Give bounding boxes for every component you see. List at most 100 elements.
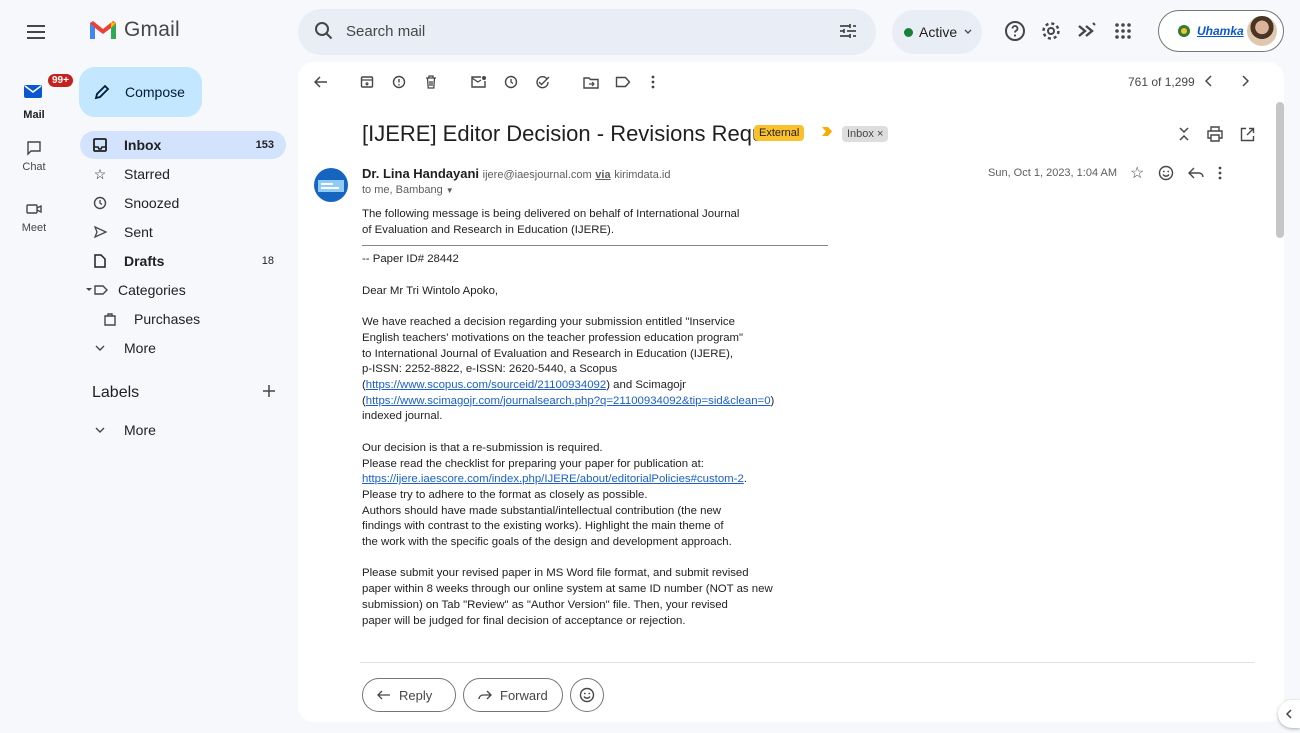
print-icon[interactable] xyxy=(1206,125,1224,143)
create-label-button[interactable] xyxy=(262,384,276,398)
body-line: The following message is being delivered… xyxy=(362,208,740,220)
nav-count: 153 xyxy=(255,139,274,151)
reply-icon[interactable] xyxy=(1188,163,1205,183)
inbox-label-chip[interactable]: Inbox × xyxy=(842,126,889,142)
more-vert-icon[interactable] xyxy=(642,71,664,93)
label-tag-icon[interactable] xyxy=(612,71,634,93)
via-domain: kirimdata.id xyxy=(614,169,671,181)
nav-categories[interactable]: Categories xyxy=(80,276,286,304)
scimagojr-link[interactable]: https://www.scimagojr.com/journalsearch.… xyxy=(366,395,771,407)
compose-button[interactable]: Compose xyxy=(79,67,202,117)
divider xyxy=(362,245,828,247)
sender-line: Dr. Lina Handayani ijere@iaesjournal.com… xyxy=(362,166,670,181)
user-avatar[interactable] xyxy=(1247,16,1277,46)
remove-label-icon[interactable]: × xyxy=(877,128,883,140)
help-icon[interactable] xyxy=(1004,20,1026,42)
pager-text: 761 of 1,299 xyxy=(1128,75,1195,89)
external-badge: External xyxy=(754,125,805,141)
body-line: p-ISSN: 2252-8822, e-ISSN: 2620-5440, a … xyxy=(362,363,618,376)
collapse-all-icon[interactable] xyxy=(1176,125,1192,143)
rail-meet[interactable]: Meet xyxy=(8,199,60,234)
sender-name[interactable]: Dr. Lina Handayani xyxy=(362,166,479,181)
important-marker-icon[interactable] xyxy=(822,127,832,136)
nav-sent[interactable]: Sent xyxy=(80,218,286,246)
body-line: We have reached a decision regarding you… xyxy=(362,316,735,329)
nav-more[interactable]: More xyxy=(80,334,286,362)
search-bar[interactable]: Search mail xyxy=(298,9,876,55)
nav-label: Inbox xyxy=(124,137,162,153)
move-to-folder-icon[interactable] xyxy=(580,71,602,93)
nav-starred[interactable]: ☆ Starred xyxy=(80,160,286,188)
scrollbar-thumb[interactable] xyxy=(1276,102,1284,238)
rail-mail[interactable]: 99+ Mail xyxy=(8,74,73,121)
add-task-icon[interactable] xyxy=(532,71,554,93)
body-line: English teachers' motivations on the tea… xyxy=(362,331,744,344)
forward-label: Forward xyxy=(500,687,548,703)
status-label: Active xyxy=(919,24,958,40)
nav-label: Starred xyxy=(124,166,170,182)
message-subject: [IJERE] Editor Decision - Revisions Requ… xyxy=(362,121,801,146)
body-line: paper within 8 weeks through our online … xyxy=(362,583,773,596)
gmail-m-icon xyxy=(90,21,116,39)
clock-icon xyxy=(90,196,110,210)
menu-icon xyxy=(27,25,45,39)
delete-trash-icon[interactable] xyxy=(420,71,442,93)
reply-button[interactable]: Reply xyxy=(362,678,456,712)
checklist-link[interactable]: https://ijere.iaescore.com/index.php/IJE… xyxy=(362,473,744,485)
chevron-left-icon[interactable] xyxy=(1202,74,1216,88)
body-line: paper will be judged for final decision … xyxy=(362,614,686,627)
search-icon[interactable] xyxy=(314,21,334,41)
via-text[interactable]: via xyxy=(595,169,610,181)
scopus-link[interactable]: https://www.scopus.com/sourceid/21100934… xyxy=(366,379,606,391)
more-vert-icon[interactable] xyxy=(1218,163,1222,183)
nav-label: More xyxy=(124,340,156,356)
rail-chat-label: Chat xyxy=(22,161,46,173)
star-icon: ☆ xyxy=(93,165,107,182)
settings-gear-icon[interactable] xyxy=(1040,20,1062,42)
nav-label: Drafts xyxy=(124,253,165,269)
mark-unread-icon[interactable] xyxy=(468,71,490,93)
divider xyxy=(360,662,1254,663)
account-switcher[interactable]: Uhamka xyxy=(1158,10,1284,52)
forward-button[interactable]: Forward xyxy=(463,678,563,712)
chevron-down-icon xyxy=(964,29,972,34)
body-line: to International Journal of Evaluation a… xyxy=(362,347,734,360)
body-line: the work with the specific goals of the … xyxy=(362,536,732,549)
nav-purchases[interactable]: Purchases xyxy=(80,305,286,333)
main-menu-button[interactable] xyxy=(24,20,48,44)
org-logo-icon xyxy=(1178,25,1190,37)
archive-icon[interactable] xyxy=(356,71,378,93)
rail-chat[interactable]: Chat xyxy=(8,138,60,173)
nav-snoozed[interactable]: Snoozed xyxy=(80,189,286,217)
chevron-right-icon[interactable] xyxy=(1238,74,1252,88)
labels-more[interactable]: More xyxy=(80,416,286,444)
star-icon[interactable]: ☆ xyxy=(1130,163,1144,183)
greeting: Dear Mr Tri Wintolo Apoko, xyxy=(362,284,499,297)
snooze-clock-icon[interactable] xyxy=(500,71,522,93)
open-new-window-icon[interactable] xyxy=(1238,125,1256,143)
nav-inbox[interactable]: Inbox 153 xyxy=(80,131,286,159)
sender-avatar[interactable] xyxy=(314,168,348,202)
side-panel-toggle[interactable] xyxy=(1278,700,1300,728)
rail-mail-label: Mail xyxy=(23,109,45,121)
gemini-sparkle-icon[interactable] xyxy=(1076,20,1098,42)
apps-grid-icon[interactable] xyxy=(1112,20,1134,42)
send-icon xyxy=(90,226,110,238)
report-spam-icon[interactable] xyxy=(388,71,410,93)
search-input[interactable]: Search mail xyxy=(346,23,425,40)
emoji-react-button[interactable] xyxy=(570,678,604,712)
label-expand-icon xyxy=(84,284,110,296)
status-selector[interactable]: Active xyxy=(892,10,982,54)
nav-label: Purchases xyxy=(134,311,201,327)
emoji-react-icon[interactable] xyxy=(1158,163,1174,183)
recipients-toggle[interactable]: to me, Bambang ▼ xyxy=(362,184,454,196)
video-icon xyxy=(26,204,42,214)
mail-icon xyxy=(24,85,42,98)
search-options-icon[interactable] xyxy=(838,21,858,41)
gmail-logo[interactable]: Gmail xyxy=(88,18,180,42)
nav-label: Snoozed xyxy=(124,195,180,211)
back-arrow-icon[interactable] xyxy=(310,71,332,93)
compose-label: Compose xyxy=(125,84,185,100)
nav-drafts[interactable]: Drafts 18 xyxy=(80,247,286,275)
forward-icon xyxy=(478,690,492,700)
